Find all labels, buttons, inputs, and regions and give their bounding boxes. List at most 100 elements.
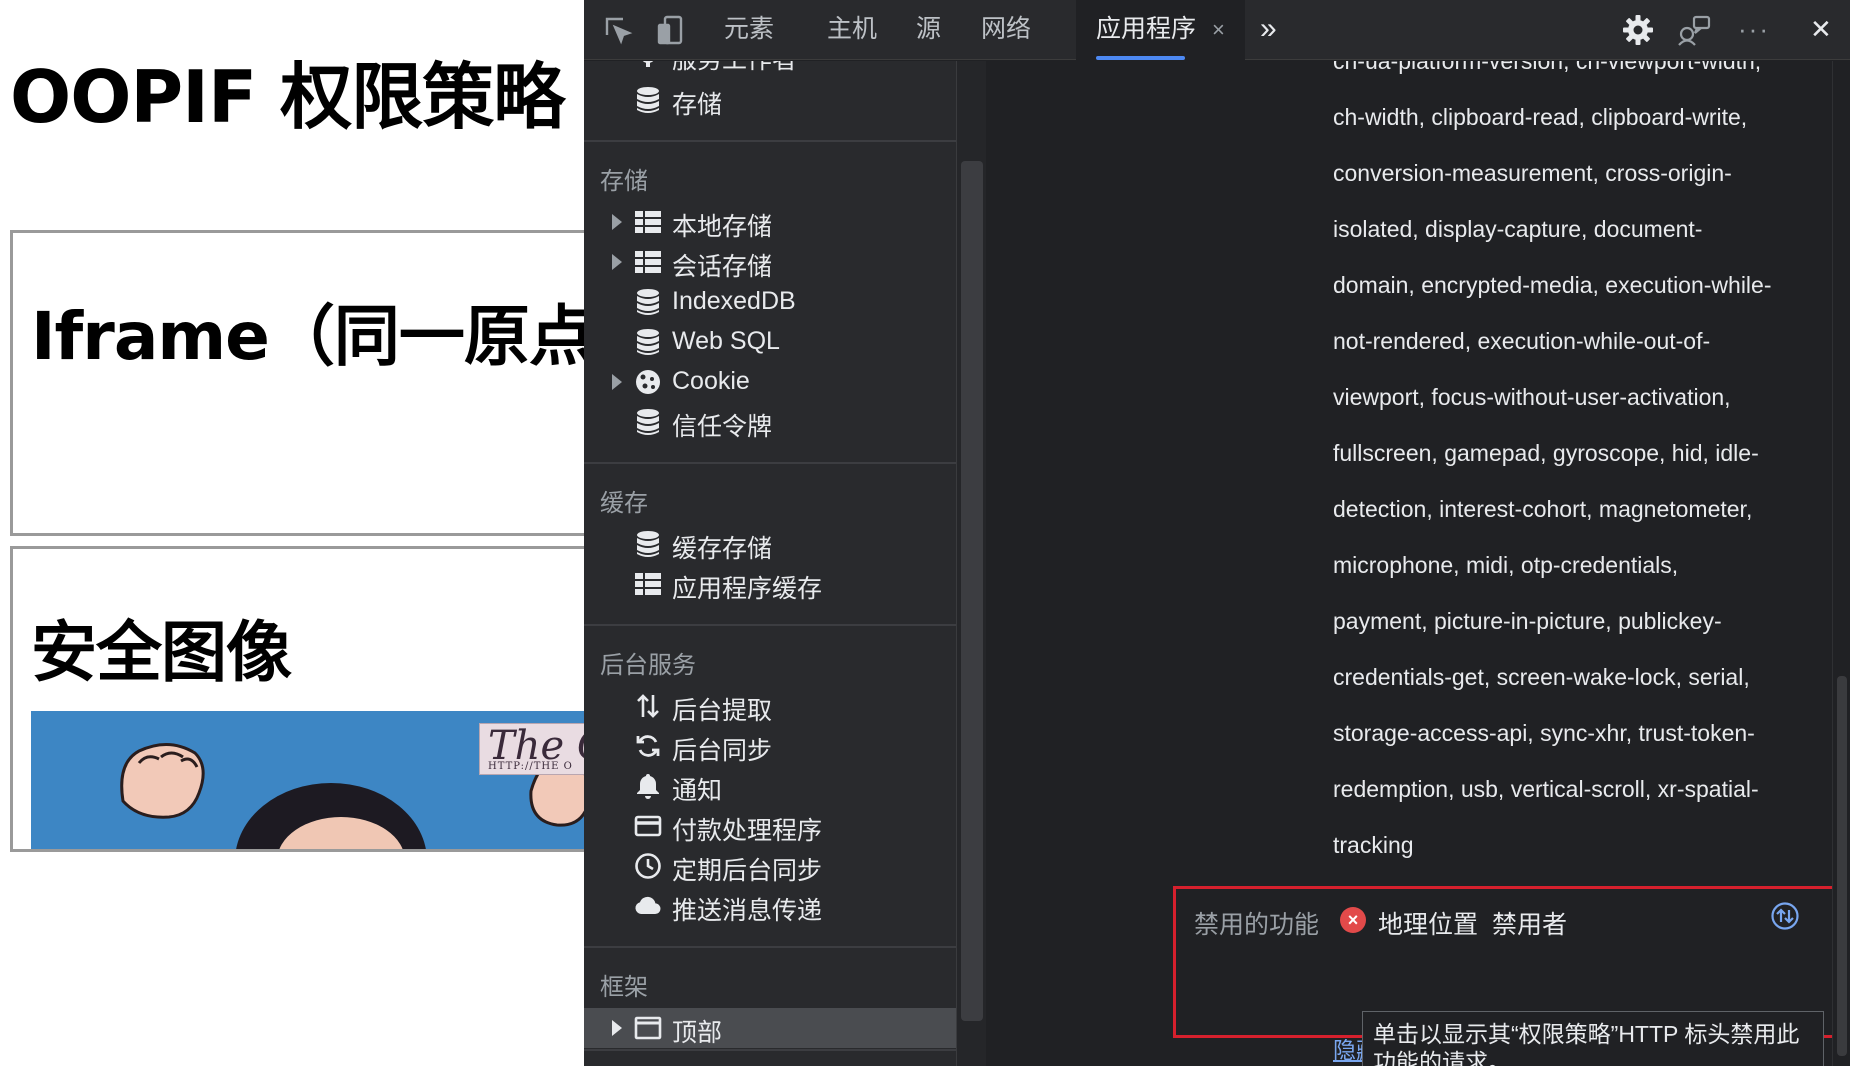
cloud-icon bbox=[634, 892, 662, 920]
grid-icon bbox=[634, 208, 662, 236]
allowed-features-line: ch-ua-platform-version, ch-viewport-widt… bbox=[1333, 61, 1762, 74]
same-origin-iframe: Iframe（同一原点） bbox=[10, 230, 584, 536]
sidebar-item-label: 付款处理程序 bbox=[672, 817, 823, 845]
more-tabs-icon[interactable]: » bbox=[1260, 0, 1277, 60]
allowed-features-line: credentials-get, screen-wake-lock, seria… bbox=[1333, 664, 1750, 690]
section-divider bbox=[584, 624, 956, 626]
magazine-logo: The O HTTP://THE O bbox=[479, 723, 584, 775]
secure-image: The O HTTP://THE O bbox=[31, 711, 584, 849]
sidebar-item-label: 本地存储 bbox=[672, 213, 773, 241]
sidebar-item-periodic-background-sync[interactable]: 定期后台同步 bbox=[584, 846, 956, 886]
allowed-features-line: microphone, midi, otp-credentials, bbox=[1333, 552, 1679, 578]
allowed-features-line: not-rendered, execution-while-out-of- bbox=[1333, 328, 1711, 354]
expand-arrow-icon[interactable] bbox=[612, 1020, 622, 1036]
allowed-features-line: detection, interest-cohort, magnetometer… bbox=[1333, 496, 1753, 522]
tab-network[interactable]: 网络 bbox=[981, 0, 1031, 60]
section-divider bbox=[584, 140, 956, 142]
sync-icon bbox=[634, 732, 662, 760]
sidebar-item-cookies[interactable]: Cookie bbox=[584, 362, 956, 402]
tab-elements[interactable]: 元素 bbox=[724, 0, 774, 60]
device-toggle-icon[interactable] bbox=[652, 12, 688, 48]
section-divider bbox=[584, 462, 956, 464]
database-icon bbox=[634, 86, 662, 114]
database-icon bbox=[634, 408, 662, 436]
sidebar-item-trust-tokens[interactable]: 信任令牌 bbox=[584, 402, 956, 442]
expand-arrow-icon[interactable] bbox=[612, 214, 622, 230]
sidebar-item-label: 信任令牌 bbox=[672, 413, 773, 441]
sidebar-item-background-fetch[interactable]: 后台提取 bbox=[584, 686, 956, 726]
allowed-features-line: tracking bbox=[1333, 832, 1414, 858]
allowed-features-line: storage-access-api, sync-xhr, trust-toke… bbox=[1333, 720, 1755, 746]
sidebar-item-label: 后台同步 bbox=[672, 737, 773, 765]
sidebar-item-local-storage[interactable]: 本地存储 bbox=[584, 202, 956, 242]
expand-arrow-icon[interactable] bbox=[612, 374, 622, 390]
tab-host[interactable]: 主机 bbox=[827, 0, 877, 60]
sidebar-item-label: 推送消息传递 bbox=[672, 897, 823, 925]
web-page: OOPIF 权限策略 Iframe（同一原点） 安全图像 The O HTTP:… bbox=[0, 0, 584, 1066]
allowed-features-line: payment, picture-in-picture, publickey- bbox=[1333, 608, 1722, 634]
sidebar-item-cache-storage[interactable]: 缓存存储 bbox=[584, 524, 956, 564]
section-title-background-services: 后台服务 bbox=[600, 652, 696, 679]
sidebar-item-top-frame[interactable]: 顶部 bbox=[584, 1008, 956, 1048]
tab-application[interactable]: 应用程序 × bbox=[1076, 0, 1245, 60]
sidebar-item-label: 缓存存储 bbox=[672, 535, 773, 563]
disabled-feature-name: 地理位置 bbox=[1378, 911, 1479, 939]
cookie-icon bbox=[634, 368, 662, 396]
reveal-in-network-icon[interactable] bbox=[1770, 901, 1800, 931]
close-devtools-icon[interactable]: ✕ bbox=[1810, 0, 1832, 60]
active-tab-indicator bbox=[1096, 56, 1185, 60]
sidebar-scrollbar-thumb[interactable] bbox=[961, 161, 983, 1021]
page-title: OOPIF 权限策略 bbox=[10, 55, 565, 139]
sidebar-item-label: IndexedDB bbox=[672, 287, 796, 315]
sidebar-item-indexeddb[interactable]: IndexedDB bbox=[584, 282, 956, 322]
disabled-features-label: 禁用的功能 bbox=[1194, 911, 1320, 939]
frame-details-pane: ch-ua-platform-version, ch-viewport-widt… bbox=[987, 61, 1850, 1066]
sidebar-item-session-storage[interactable]: 会话存储 bbox=[584, 242, 956, 282]
sidebar-item-service-workers[interactable]: 服务工作者 bbox=[584, 61, 956, 75]
sidebar-item-web-sql[interactable]: Web SQL bbox=[584, 322, 956, 362]
sidebar-item-label: 服务工作者 bbox=[672, 61, 797, 76]
card-icon bbox=[634, 812, 662, 840]
error-x-icon: × bbox=[1340, 907, 1366, 933]
clock-icon bbox=[634, 852, 662, 880]
settings-gear-icon[interactable] bbox=[1620, 12, 1656, 48]
gear-icon bbox=[634, 61, 662, 69]
grid-icon bbox=[634, 248, 662, 276]
sidebar-scrollbar[interactable] bbox=[956, 61, 986, 1066]
sidebar-item-application-cache[interactable]: 应用程序缓存 bbox=[584, 564, 956, 604]
devtools-toolbar: 元素 主机 源 网络 应用程序 × » ··· ✕ bbox=[584, 0, 1850, 60]
database-icon bbox=[634, 530, 662, 558]
expand-arrow-icon[interactable] bbox=[612, 254, 622, 270]
allowed-features-line: viewport, focus-without-user-activation, bbox=[1333, 384, 1731, 410]
sidebar-item-label: Web SQL bbox=[672, 327, 780, 355]
sidebar-item-storage-overview[interactable]: 存储 bbox=[584, 80, 956, 120]
devtools-panel: 元素 主机 源 网络 应用程序 × » ··· ✕ 存储 存储 本地存储 会话存… bbox=[584, 0, 1850, 1066]
sidebar-item-payment-handler[interactable]: 付款处理程序 bbox=[584, 806, 956, 846]
bell-icon bbox=[634, 772, 662, 800]
inspect-icon[interactable] bbox=[600, 12, 636, 48]
sidebar-item-push-messaging[interactable]: 推送消息传递 bbox=[584, 886, 956, 926]
more-options-icon[interactable]: ··· bbox=[1738, 0, 1770, 60]
sidebar-item-label: 定期后台同步 bbox=[672, 857, 823, 885]
main-scrollbar-thumb[interactable] bbox=[1837, 676, 1847, 1056]
allowed-features-line: conversion-measurement, cross-origin- bbox=[1333, 160, 1732, 186]
database-icon bbox=[634, 288, 662, 316]
sidebar-item-label: 通知 bbox=[672, 777, 723, 805]
allowed-features-line: isolated, display-capture, document- bbox=[1333, 216, 1703, 242]
sidebar-item-notifications[interactable]: 通知 bbox=[584, 766, 956, 806]
sidebar-item-label: 后台提取 bbox=[672, 697, 773, 725]
tab-sources[interactable]: 源 bbox=[916, 0, 941, 60]
sidebar-item-label: 存储 bbox=[672, 91, 723, 119]
sidebar-item-label: 顶部 bbox=[672, 1019, 723, 1047]
main-scrollbar[interactable] bbox=[1832, 61, 1850, 1066]
section-title-cache: 缓存 bbox=[600, 490, 648, 517]
sidebar-item-label: Cookie bbox=[672, 367, 750, 395]
feedback-icon[interactable] bbox=[1676, 12, 1712, 48]
sidebar-item-background-sync[interactable]: 后台同步 bbox=[584, 726, 956, 766]
secure-image-iframe: 安全图像 The O HTTP://THE O bbox=[10, 546, 584, 852]
allowed-features-line: fullscreen, gamepad, gyroscope, hid, idl… bbox=[1333, 440, 1759, 466]
close-tab-icon[interactable]: × bbox=[1212, 17, 1225, 42]
disabled-by-label: 禁用者 bbox=[1492, 911, 1568, 939]
sidebar-item-label: 应用程序缓存 bbox=[672, 575, 823, 603]
logo-subtext: HTTP://THE O bbox=[488, 761, 573, 772]
